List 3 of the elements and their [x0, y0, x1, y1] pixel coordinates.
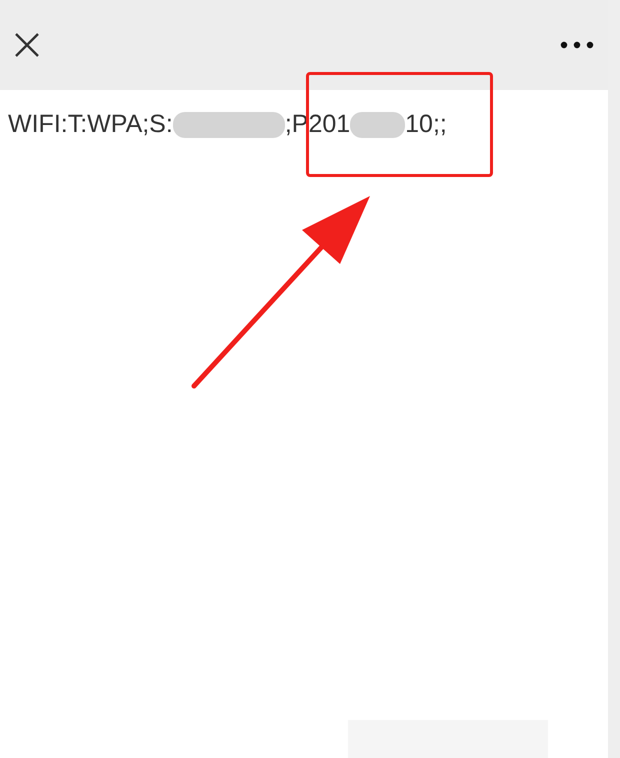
wifi-code-text: 201: [308, 109, 350, 140]
wifi-code-text: 10;;: [405, 109, 447, 140]
wifi-code-text: WIFI:T:WPA;S:: [8, 109, 173, 140]
